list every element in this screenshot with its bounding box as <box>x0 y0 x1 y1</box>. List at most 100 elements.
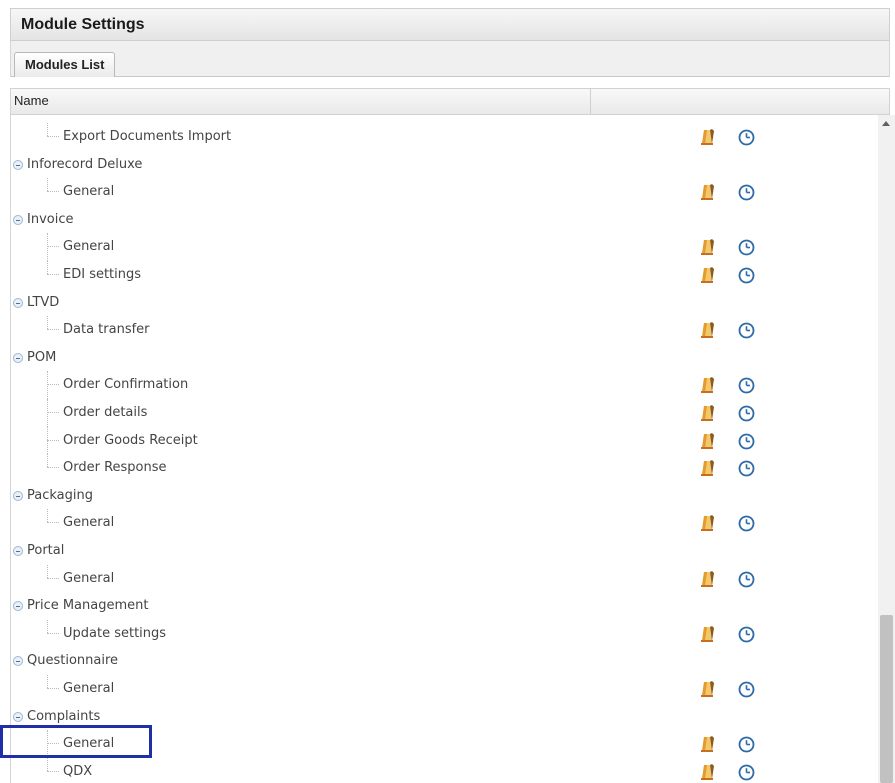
clock-icon[interactable] <box>738 267 755 284</box>
collapse-toggle-icon[interactable] <box>13 490 23 501</box>
edit-pencil-icon[interactable] <box>699 266 715 284</box>
tree-item-row[interactable]: General <box>11 178 871 205</box>
tree-item-row[interactable]: QDX <box>11 757 871 783</box>
collapse-toggle-icon[interactable] <box>13 601 23 612</box>
tree-connector-line <box>47 619 48 633</box>
tree-group-row[interactable]: LTVD <box>11 289 871 316</box>
collapse-toggle-icon[interactable] <box>13 711 23 722</box>
tree-group-row[interactable]: Inforecord Deluxe <box>11 151 871 178</box>
module-group-label[interactable]: Questionnaire <box>27 653 118 668</box>
collapse-toggle-icon[interactable] <box>13 546 23 556</box>
clock-icon[interactable] <box>738 460 755 477</box>
edit-pencil-icon[interactable] <box>699 735 715 753</box>
edit-pencil-icon[interactable] <box>699 376 715 394</box>
collapse-toggle-icon[interactable] <box>13 297 23 308</box>
edit-pencil-icon[interactable] <box>699 404 715 422</box>
module-group-label[interactable]: POM <box>27 350 56 365</box>
tree-item-row[interactable]: Export Documents Import <box>11 123 871 150</box>
column-header-actions[interactable] <box>591 89 889 114</box>
module-setting-label[interactable]: Order Response <box>63 460 167 475</box>
edit-pencil-icon[interactable] <box>699 570 715 588</box>
clock-icon[interactable] <box>738 377 755 394</box>
tree-group-row[interactable]: Packaging <box>11 482 871 509</box>
module-setting-label[interactable]: QDX <box>63 764 92 779</box>
vertical-scrollbar[interactable] <box>878 115 895 783</box>
tree-connector-line <box>47 467 59 469</box>
edit-pencil-icon[interactable] <box>699 459 715 477</box>
tree-item-row[interactable]: Order Response <box>11 454 871 481</box>
tree-group-row[interactable]: Price Management <box>11 592 871 619</box>
tree-item-row[interactable]: General <box>11 233 871 261</box>
tree-group-row[interactable]: Invoice <box>11 206 871 233</box>
edit-pencil-icon[interactable] <box>699 238 715 256</box>
tree-item-row[interactable]: Update settings <box>11 619 871 647</box>
tree-item-row[interactable]: EDI settings <box>11 261 871 288</box>
tree-connector-line <box>47 274 59 275</box>
clock-icon[interactable] <box>738 433 755 450</box>
module-setting-label[interactable]: Data transfer <box>63 322 150 337</box>
module-group-label[interactable]: LTVD <box>27 295 59 310</box>
clock-icon[interactable] <box>738 184 755 201</box>
column-header-name[interactable]: Name <box>11 89 591 114</box>
module-group-label[interactable]: Complaints <box>27 709 100 724</box>
tree-item-row[interactable]: Order Goods Receipt <box>11 426 871 455</box>
module-setting-label[interactable]: Order Goods Receipt <box>63 433 198 448</box>
tree-connector-line <box>47 329 59 331</box>
module-group-label[interactable]: Portal <box>27 543 64 558</box>
complaints-highlight-box <box>0 725 152 758</box>
edit-pencil-icon[interactable] <box>699 625 715 643</box>
tree-item-row[interactable]: General <box>11 509 871 536</box>
edit-pencil-icon[interactable] <box>699 680 715 698</box>
clock-icon[interactable] <box>738 129 755 146</box>
tree-item-row[interactable]: General <box>11 564 871 592</box>
edit-pencil-icon[interactable] <box>699 321 715 339</box>
clock-icon[interactable] <box>738 571 755 588</box>
module-setting-label[interactable]: EDI settings <box>63 267 141 282</box>
module-setting-label[interactable]: General <box>63 239 114 254</box>
edit-pencil-icon[interactable] <box>699 183 715 201</box>
tree-item-row[interactable]: Order Confirmation <box>11 371 871 399</box>
module-group-label[interactable]: Packaging <box>27 488 93 503</box>
tree-connector-line <box>47 509 48 523</box>
clock-icon[interactable] <box>738 322 755 339</box>
collapse-toggle-icon[interactable] <box>13 352 23 363</box>
tree-group-row[interactable]: Questionnaire <box>11 647 871 674</box>
clock-icon[interactable] <box>738 515 755 532</box>
edit-pencil-icon[interactable] <box>699 128 715 146</box>
scroll-up-arrow-icon[interactable] <box>882 121 890 126</box>
collapse-toggle-icon[interactable] <box>13 656 23 667</box>
tree-group-row[interactable]: POM <box>11 344 871 371</box>
edit-pencil-icon[interactable] <box>699 763 715 781</box>
tree-connector-line <box>47 564 48 578</box>
module-setting-label[interactable]: General <box>63 515 114 530</box>
tree-connector-line <box>47 191 59 193</box>
tree-item-row[interactable]: Data transfer <box>11 316 871 343</box>
collapse-toggle-icon[interactable] <box>13 214 23 225</box>
tree-connector-line <box>47 123 48 136</box>
tree-group-row[interactable]: Portal <box>11 537 871 564</box>
module-setting-label[interactable]: Export Documents Import <box>63 129 231 144</box>
tree-connector-line <box>47 261 48 274</box>
module-setting-label[interactable]: Order details <box>63 405 147 420</box>
module-group-label[interactable]: Price Management <box>27 598 148 613</box>
clock-icon[interactable] <box>738 764 755 781</box>
edit-pencil-icon[interactable] <box>699 432 715 450</box>
module-setting-label[interactable]: Update settings <box>63 626 166 641</box>
clock-icon[interactable] <box>738 736 755 753</box>
clock-icon[interactable] <box>738 626 755 643</box>
clock-icon[interactable] <box>738 405 755 422</box>
module-group-label[interactable]: Invoice <box>27 212 73 227</box>
tab-modules-list[interactable]: Modules List <box>14 52 116 77</box>
module-setting-label[interactable]: Order Confirmation <box>63 377 188 392</box>
module-setting-label[interactable]: General <box>63 184 114 199</box>
module-group-label[interactable]: Inforecord Deluxe <box>27 157 142 172</box>
clock-icon[interactable] <box>738 681 755 698</box>
scroll-thumb[interactable] <box>880 615 893 783</box>
tree-item-row[interactable]: Order details <box>11 399 871 427</box>
clock-icon[interactable] <box>738 239 755 256</box>
module-setting-label[interactable]: General <box>63 571 114 586</box>
collapse-toggle-icon[interactable] <box>13 159 23 170</box>
module-setting-label[interactable]: General <box>63 681 114 696</box>
edit-pencil-icon[interactable] <box>699 514 715 532</box>
tree-item-row[interactable]: General <box>11 675 871 702</box>
